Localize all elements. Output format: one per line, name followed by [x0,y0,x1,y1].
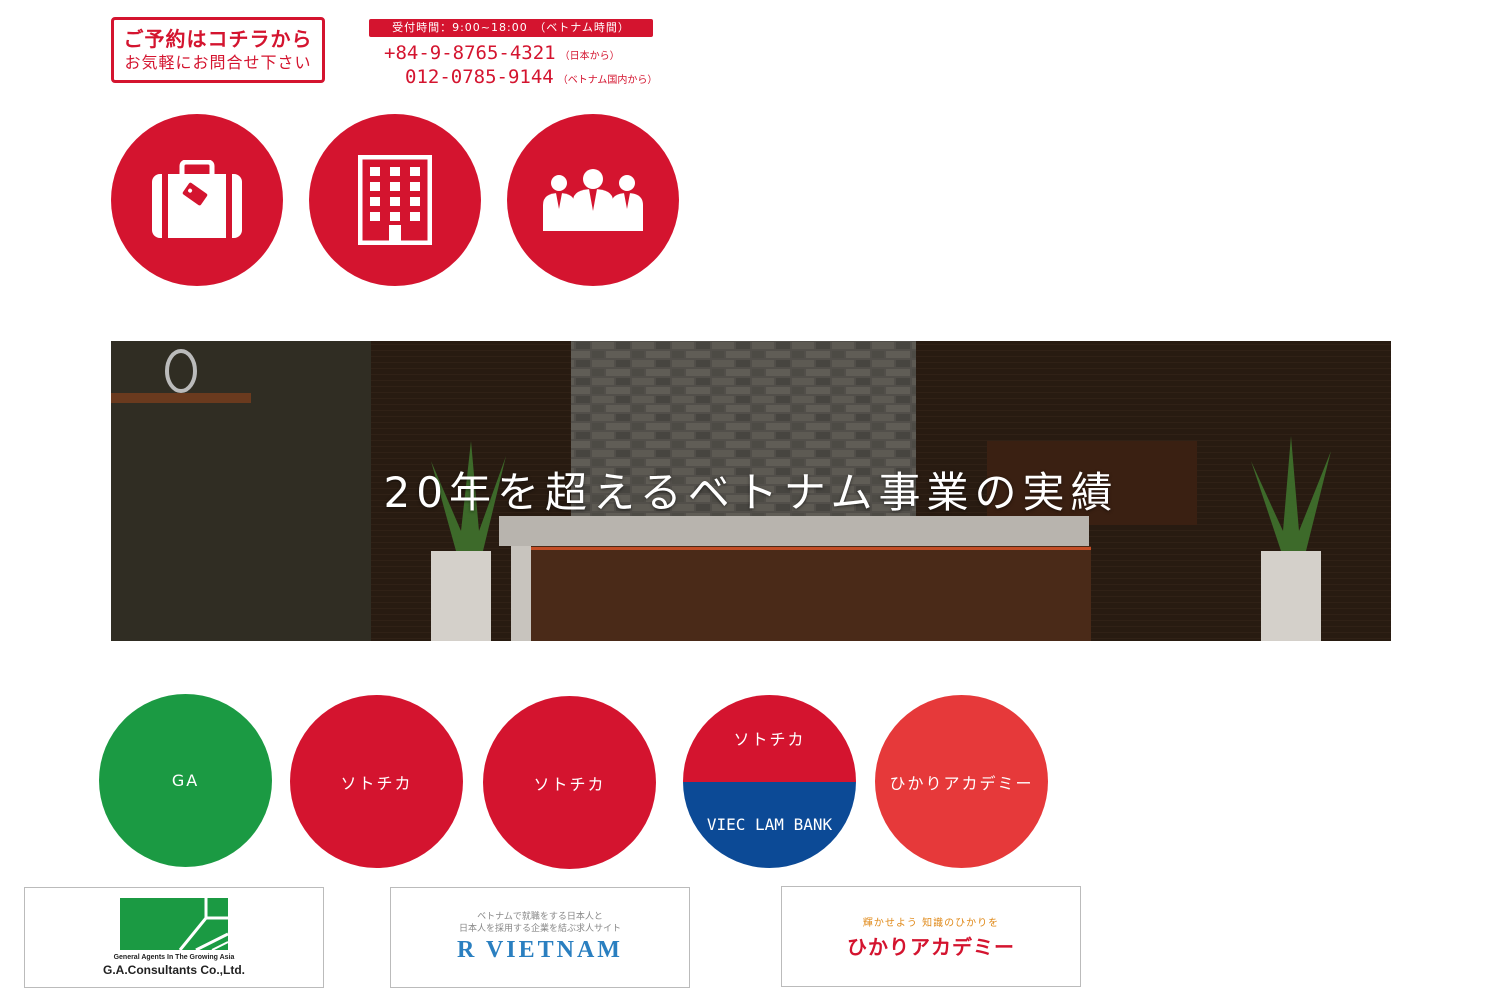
reservation-subtitle: お気軽にお問合せ下さい [124,53,312,72]
service-label: VIEC LAM BANK [706,815,833,835]
staff-button[interactable] [507,114,679,286]
logo-ga-consultants[interactable]: General Agents In The Growing Asia G.A.C… [24,887,324,988]
service-ga[interactable]: GA [99,694,272,867]
service-label: ソトチカ [733,730,806,750]
service-top-half[interactable]: ソトチカ [683,695,856,782]
logo-hikari-academy[interactable]: 輝かせよう 知識のひかりを ひかりアカデミー [781,886,1081,987]
rvietnam-tagline-1: ベトナムで就職をする日本人と [477,912,603,922]
business-hours-bar: 受付時間：9:00~18:00 （ベトナム時間） [369,19,653,37]
reservation-title: ご予約はコチラから [123,27,313,51]
suitcase-button[interactable] [111,114,283,286]
phone-note: （日本から） [559,51,620,62]
ga-tagline: General Agents In The Growing Asia [113,954,235,961]
rvietnam-tagline-2: 日本人を採用する企業を結ぶ求人サイト [458,924,621,934]
logo-r-vietnam[interactable]: ベトナムで就職をする日本人と 日本人を採用する企業を結ぶ求人サイト R VIET… [390,887,690,988]
service-label: ソトチカ [340,773,413,793]
phone-japan[interactable]: +84-9-8765-4321 （日本から） [384,42,620,64]
service-sotochika-2[interactable]: ソトチカ [483,696,656,869]
service-sotochika-vieclambank[interactable]: ソトチカ VIEC LAM BANK [683,695,856,868]
service-label: ソトチカ [533,774,606,794]
suitcase-icon [152,160,242,238]
service-sotochika-1[interactable]: ソトチカ [290,695,463,868]
hero-banner: 20年を超えるベトナム事業の実績 [111,341,1391,641]
phone-number: +84-9-8765-4321 [384,42,556,64]
service-bottom-half[interactable]: VIEC LAM BANK [683,781,856,868]
ga-logo-mark [120,898,228,950]
service-label: ひかりアカデミー [889,773,1034,793]
service-hikari-academy[interactable]: ひかりアカデミー [875,695,1048,868]
hikari-name: ひかりアカデミー [847,934,1015,959]
building-icon [358,155,432,245]
phone-note: （ベトナム国内から） [557,75,658,86]
banner-title: 20年を超えるベトナム事業の実績 [383,468,1119,517]
phone-number: 012-0785-9144 [405,66,554,88]
phone-vietnam[interactable]: 012-0785-9144 （ベトナム国内から） [405,66,657,88]
hikari-tagline: 輝かせよう 知識のひかりを [862,917,1000,929]
reservation-box[interactable]: ご予約はコチラから お気軽にお問合せ下さい [111,17,325,83]
ga-company-name: G.A.Consultants Co.,Ltd. [103,963,245,977]
service-label: GA [171,771,200,790]
people-icon [543,169,643,231]
rvietnam-name: R VIETNAM [457,937,623,963]
company-button[interactable] [309,114,481,286]
